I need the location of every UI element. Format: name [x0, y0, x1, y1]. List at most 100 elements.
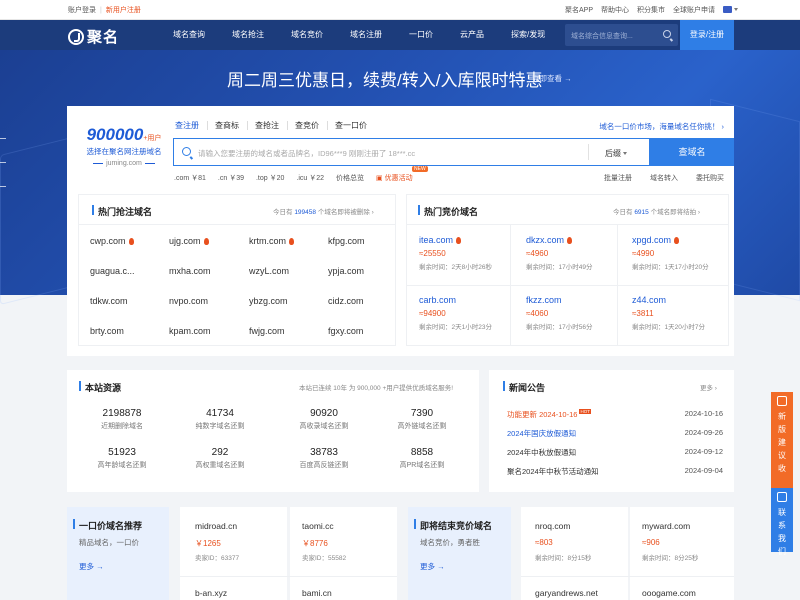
- promotions-link[interactable]: ▣ 优惠活动 NEW: [376, 166, 428, 183]
- nav-explore[interactable]: 探索/发现: [511, 29, 545, 40]
- domain-search-input[interactable]: 请输入您要注册的域名或者品牌名，ID96***9 刚刚注册了 18***.cc …: [173, 138, 650, 166]
- snipe-domain[interactable]: cwp.com: [90, 236, 134, 246]
- auction-item[interactable]: fkzz.com ≈4060 剩余时间：17小时56分: [526, 295, 630, 331]
- contact-float-button[interactable]: 联 系 我 们: [771, 488, 793, 556]
- fixed-price-market-link[interactable]: 域名一口价市场，海量域名任你挑！ ›: [599, 121, 724, 132]
- fixed-price-more-link[interactable]: 更多 →: [79, 561, 104, 572]
- nav-domain-auction[interactable]: 域名竞价: [291, 29, 323, 40]
- ending-auction-time: 剩余时间：8分15秒: [535, 555, 592, 562]
- logo[interactable]: 聚名: [68, 26, 119, 47]
- help-link[interactable]: 帮助中心: [601, 5, 629, 15]
- ending-auction-domain[interactable]: ooogame.com: [642, 588, 696, 598]
- snipe-domain[interactable]: kfpg.com: [328, 236, 365, 246]
- tab-check-auction[interactable]: 查竞价: [295, 121, 328, 130]
- auction-item[interactable]: dkzx.com ≈4960 剩余时间：17小时49分: [526, 235, 630, 271]
- news-item[interactable]: 聚名2024年中秋节活动通知 2024-09-04: [507, 466, 723, 477]
- auction-item[interactable]: carb.com ≈94900 剩余时间：2天1小时23分: [419, 295, 523, 331]
- feedback-float-tail[interactable]: 集: [771, 480, 793, 488]
- fixed-price-domain[interactable]: b-an.xyz: [195, 588, 227, 598]
- snipe-domain[interactable]: fwjg.com: [249, 326, 285, 336]
- auction-item[interactable]: xpgd.com ≈4990 剩余时间：1天17小时20分: [632, 235, 736, 271]
- resource-stat[interactable]: 8858 高PR域名还剩: [377, 447, 467, 470]
- resource-stat[interactable]: 2198878 近期删除域名: [77, 408, 167, 431]
- news-item-title: 聚名2024年中秋节活动通知: [507, 467, 599, 476]
- auction-item[interactable]: z44.com ≈3811 剩余时间：1天20小时7分: [632, 295, 736, 331]
- snipe-domain[interactable]: cidz.com: [328, 296, 364, 306]
- ext-price-cn[interactable]: .cn ￥39: [218, 173, 244, 183]
- ending-auction-subtitle: 域名竞价，勇者胜: [420, 538, 480, 547]
- app-link[interactable]: 聚名APP: [565, 5, 593, 15]
- fixed-price-domain[interactable]: taomi.cc: [302, 521, 334, 531]
- price-overview-link[interactable]: 价格总览: [336, 173, 364, 183]
- snipe-domain[interactable]: ypja.com: [328, 266, 364, 276]
- resource-stat[interactable]: 38783 百度高反链还剩: [279, 447, 369, 470]
- snipe-domain[interactable]: wzyL.com: [249, 266, 289, 276]
- stat-label: 高PR域名还剩: [399, 462, 445, 469]
- nav-domain-register[interactable]: 域名注册: [350, 29, 382, 40]
- auction-domain-text: itea.com: [419, 235, 454, 245]
- bulk-register-link[interactable]: 批量注册: [604, 173, 632, 183]
- ext-price-icu[interactable]: .icu ￥22: [296, 173, 324, 183]
- resource-stat[interactable]: 41734 纯数字域名还剩: [175, 408, 265, 431]
- feedback-float-button[interactable]: 新 版 建 议 收: [771, 392, 793, 480]
- tab-check-snipe[interactable]: 查抢注: [255, 121, 288, 130]
- global-account-link[interactable]: 全球账户申请: [673, 5, 715, 15]
- auction-price: ≈25550: [419, 249, 446, 258]
- ending-auction-domain[interactable]: garyandrews.net: [535, 588, 598, 598]
- register-link[interactable]: 新用户注册: [106, 5, 141, 15]
- resource-stat[interactable]: 51923 高年龄域名还剩: [77, 447, 167, 470]
- snipe-domain-text: cwp.com: [90, 236, 126, 246]
- snipe-domain[interactable]: kpam.com: [169, 326, 211, 336]
- login-link[interactable]: 账户登录: [68, 5, 96, 15]
- resource-stat[interactable]: 90920 高收录域名还剩: [279, 408, 369, 431]
- snipe-domain[interactable]: krtm.com: [249, 236, 294, 246]
- suffix-dropdown[interactable]: 后缀: [588, 144, 627, 160]
- commission-purchase-link[interactable]: 委托购买: [696, 173, 724, 183]
- promotions-label: 优惠活动: [384, 175, 413, 182]
- nav-domain-query[interactable]: 域名查询: [173, 29, 205, 40]
- snipe-domain[interactable]: nvpo.com: [169, 296, 208, 306]
- search-domain-button[interactable]: 查域名: [650, 138, 734, 166]
- news-item[interactable]: 功能更新 2024-10-16 HOT 2024-10-16: [507, 409, 723, 420]
- ext-price-com[interactable]: .com ￥81: [174, 173, 206, 183]
- news-more-link[interactable]: 更多 ›: [700, 382, 717, 392]
- stat-value: 41734: [206, 408, 234, 419]
- tab-check-trademark[interactable]: 查商标: [215, 121, 248, 130]
- ending-auction-domain[interactable]: myward.com: [642, 521, 690, 531]
- snipe-domain[interactable]: ybzg.com: [249, 296, 288, 306]
- snipe-domain[interactable]: fgxy.com: [328, 326, 363, 336]
- ending-auction-time: 剩余时间：8分25秒: [642, 555, 699, 562]
- ending-auction-domain[interactable]: nroq.com: [535, 521, 570, 531]
- snipe-domain[interactable]: ujg.com: [169, 236, 209, 246]
- logo-icon: [68, 28, 84, 45]
- tab-check-fixed-price[interactable]: 查一口价: [335, 121, 375, 130]
- ending-auction-more-link[interactable]: 更多 →: [420, 561, 445, 572]
- domain-transfer-link[interactable]: 域名转入: [650, 173, 678, 183]
- nav-fixed-price[interactable]: 一口价: [409, 29, 433, 40]
- language-selector[interactable]: [723, 6, 738, 14]
- ending-auction-price: ≈906: [642, 538, 660, 547]
- auction-item[interactable]: itea.com ≈25550 剩余时间：2天8小时26秒: [419, 235, 523, 271]
- auction-price: ≈94900: [419, 309, 446, 318]
- nav-domain-snipe[interactable]: 域名抢注: [232, 29, 264, 40]
- nav-search-input[interactable]: 域名综合信息查询...: [565, 24, 678, 46]
- snipe-domain[interactable]: brty.com: [90, 326, 124, 336]
- tab-check-register[interactable]: 查注册: [175, 121, 208, 130]
- resource-stat[interactable]: 7390 高外链域名还剩: [377, 408, 467, 431]
- news-item[interactable]: 2024年国庆放假通知 2024-09-26: [507, 428, 723, 439]
- news-item[interactable]: 2024年中秋放假通知 2024-09-12: [507, 447, 723, 458]
- points-link[interactable]: 积分集市: [637, 5, 665, 15]
- login-register-button[interactable]: 登录/注册: [680, 20, 734, 50]
- auction-time-left: 剩余时间：1天17小时20分: [632, 264, 709, 271]
- ext-price-top[interactable]: .top ￥20: [256, 173, 284, 183]
- nav-cloud[interactable]: 云产品: [460, 29, 484, 40]
- resource-stat[interactable]: 292 高权重域名还剩: [175, 447, 265, 470]
- search-icon[interactable]: [663, 30, 671, 38]
- snipe-domain[interactable]: guagua.c...: [90, 266, 135, 276]
- seller-id: 卖家ID：55582: [302, 555, 347, 562]
- fixed-price-domain[interactable]: midroad.cn: [195, 521, 237, 531]
- fixed-price-domain[interactable]: bami.cn: [302, 588, 332, 598]
- promo-view-link[interactable]: 立即查看 →: [532, 73, 572, 84]
- snipe-domain[interactable]: mxha.com: [169, 266, 211, 276]
- snipe-domain[interactable]: tdkw.com: [90, 296, 128, 306]
